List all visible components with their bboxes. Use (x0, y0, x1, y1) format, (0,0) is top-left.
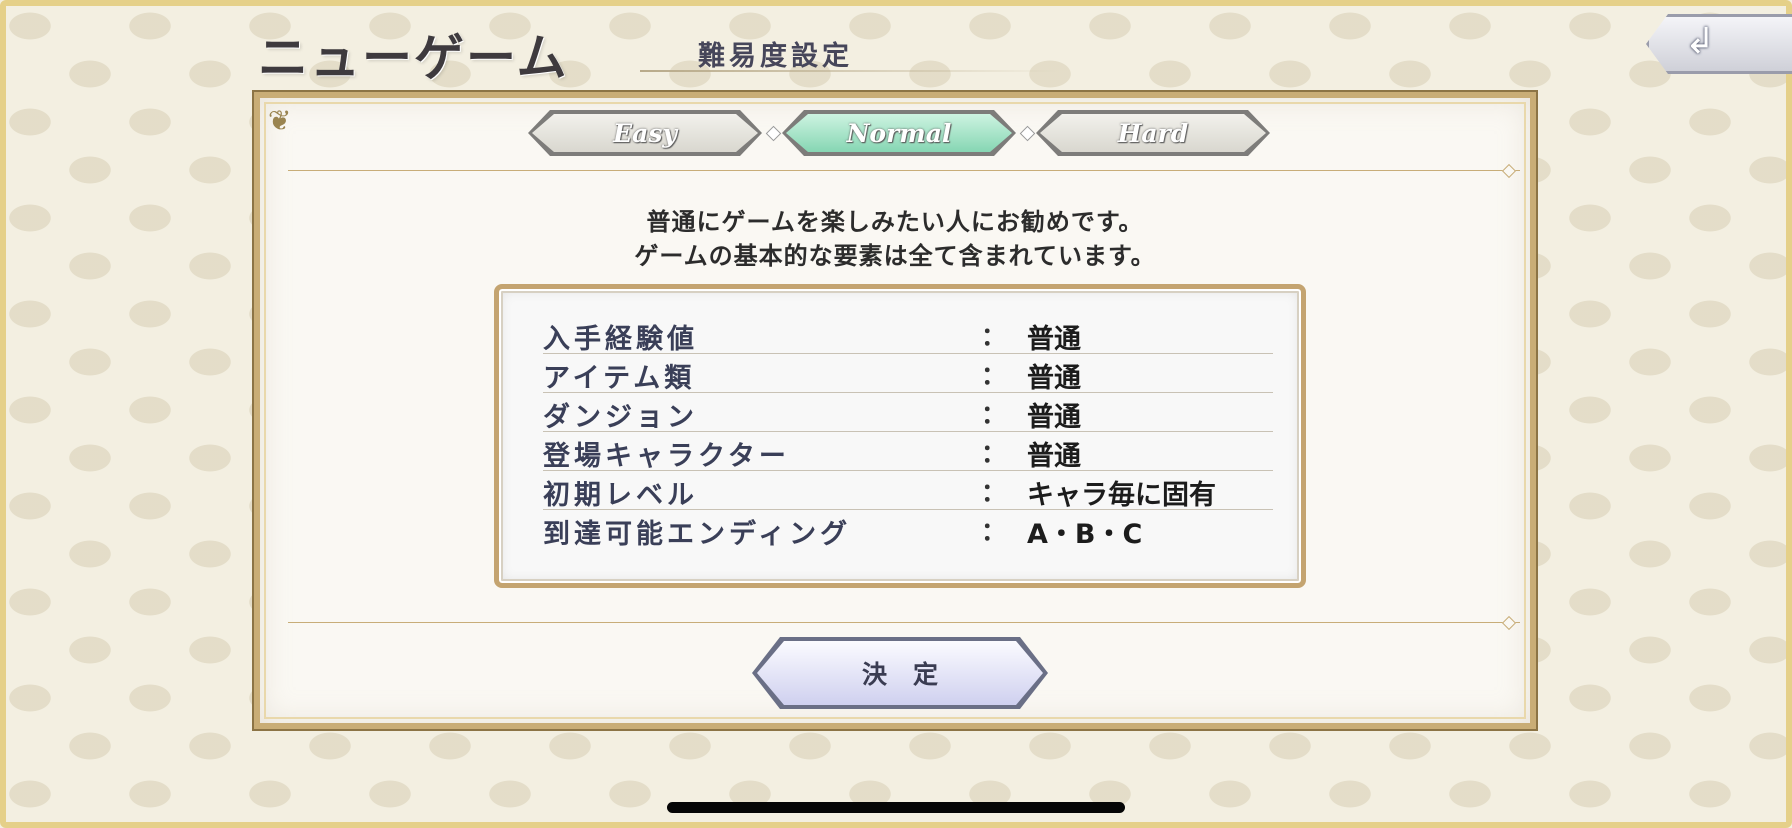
stat-colon: ： (981, 400, 1007, 429)
description-line-1: 普通にゲームを楽しみたい人にお勧めです。 (646, 208, 1144, 236)
divider-diamond (1501, 615, 1517, 631)
tab-hard[interactable]: Hard (1040, 114, 1266, 152)
page-title: ニューゲーム (258, 28, 569, 87)
page-subtitle: 難易度設定 (698, 41, 853, 72)
floral-ornament-icon: ❦ (268, 104, 292, 137)
stat-colon: ： (981, 322, 1007, 351)
title-divider (640, 70, 1060, 72)
stat-value: 普通 (1027, 324, 1081, 355)
stat-colon: ： (981, 361, 1007, 390)
difficulty-panel: ❦ Easy Normal Hard 普通にゲームを楽しみたい人にお勧めです。 … (254, 92, 1536, 729)
tab-separator (765, 125, 782, 142)
stat-value: キャラ毎に固有 (1027, 480, 1216, 511)
description-line-2: ゲームの基本的な要素は全て含まれています。 (634, 242, 1156, 270)
back-button[interactable]: ↲ (1646, 14, 1792, 74)
stat-value: 普通 (1027, 402, 1081, 433)
stat-label: 初期レベル (543, 480, 698, 511)
stat-colon: ： (981, 478, 1007, 507)
stat-row: 到達可能エンディング ： A・B・C (543, 510, 1273, 550)
stat-row: アイテム類 ： 普通 (543, 354, 1273, 394)
stat-colon: ： (981, 439, 1007, 468)
stat-label: 入手経験値 (543, 324, 698, 355)
stat-row: 初期レベル ： キャラ毎に固有 (543, 471, 1273, 511)
divider-diamond (1501, 163, 1517, 179)
stat-label: ダンジョン (543, 402, 698, 433)
stat-value: A・B・C (1027, 519, 1143, 550)
confirm-button[interactable]: 決定 (757, 641, 1043, 705)
return-arrow-icon: ↲ (1685, 21, 1716, 62)
panel-divider-top (288, 163, 1520, 179)
home-indicator[interactable] (667, 802, 1125, 813)
stat-row: ダンジョン ： 普通 (543, 393, 1273, 433)
tab-normal[interactable]: Normal (786, 114, 1012, 152)
stat-colon: ： (981, 517, 1007, 546)
stat-label: 登場キャラクター (543, 441, 790, 472)
stat-label: アイテム類 (543, 363, 696, 394)
tab-easy[interactable]: Easy (532, 114, 758, 152)
stat-row: 登場キャラクター ： 普通 (543, 432, 1273, 472)
stat-label: 到達可能エンディング (543, 519, 852, 550)
stat-value: 普通 (1027, 363, 1081, 394)
stat-value: 普通 (1027, 441, 1081, 472)
stat-row: 入手経験値 ： 普通 (543, 315, 1273, 355)
tab-separator (1019, 125, 1036, 142)
panel-divider-bottom (288, 615, 1520, 631)
stats-box: 入手経験値 ： 普通 アイテム類 ： 普通 ダンジョン ： 普通 登場キャラクタ… (494, 284, 1306, 588)
